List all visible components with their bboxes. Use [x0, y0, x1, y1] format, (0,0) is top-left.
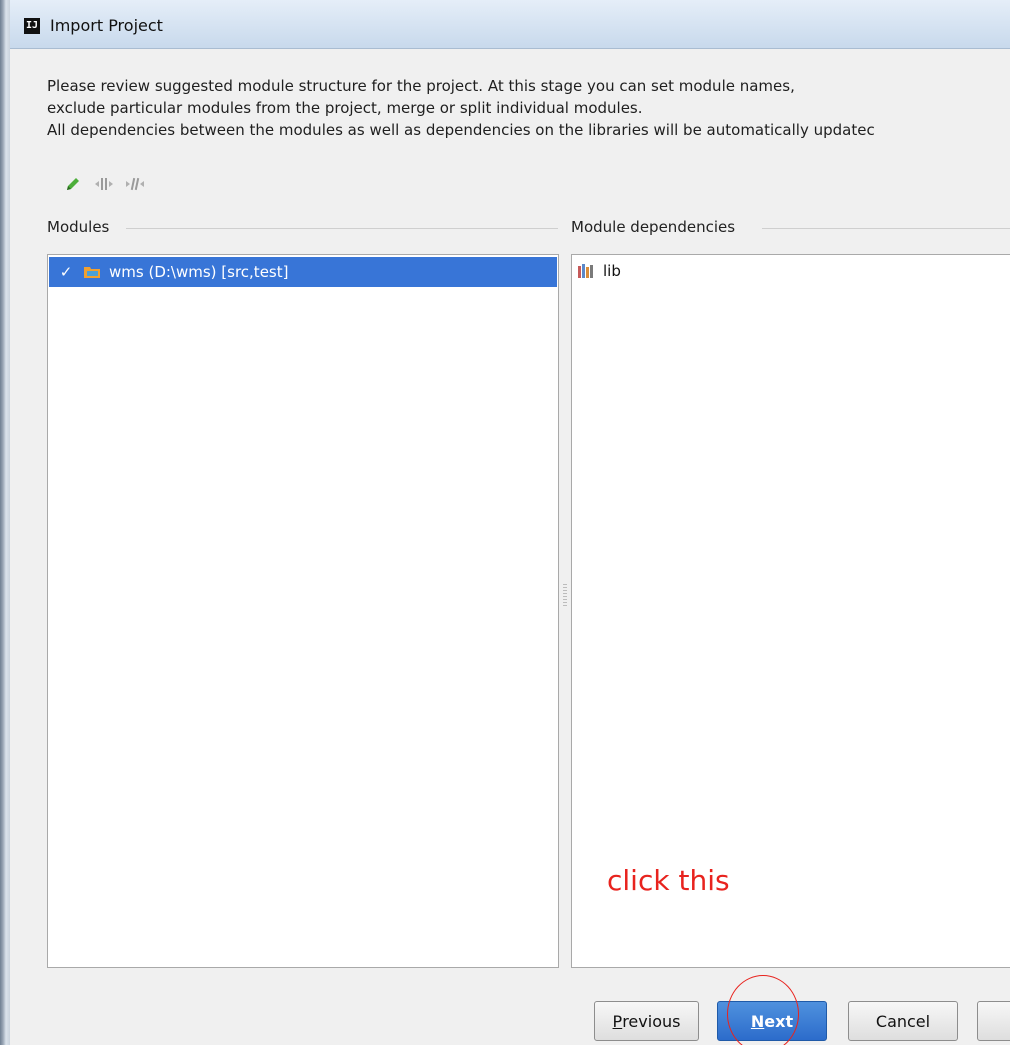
module-dependencies-list[interactable]: lib [571, 254, 1010, 968]
intellij-app-icon: IJ [24, 18, 40, 34]
next-mnemonic: N [750, 1011, 765, 1031]
pencil-icon [67, 178, 79, 190]
module-dependencies-label: Module dependencies [571, 218, 736, 236]
split-module-button[interactable] [122, 172, 148, 196]
dependencies-separator [762, 228, 1010, 229]
import-project-dialog: IJ Import Project Please review suggeste… [10, 0, 1010, 1045]
cancel-button[interactable]: Cancel [848, 1001, 958, 1041]
modules-list[interactable]: ✓ wms (D:\wms) [src,test] [47, 254, 559, 968]
title-bar[interactable]: IJ Import Project [10, 0, 1010, 49]
dependency-row-lib[interactable]: lib [577, 260, 621, 282]
modules-label: Modules [47, 218, 110, 236]
dependency-label: lib [603, 262, 621, 280]
previous-button[interactable]: Previous [594, 1001, 699, 1041]
checkbox-checked-icon[interactable]: ✓ [56, 263, 76, 281]
annotation-click-this: click this [607, 864, 730, 897]
module-row-label: wms (D:\wms) [src,test] [109, 263, 289, 281]
next-button[interactable]: Next [717, 1001, 827, 1041]
help-button-partial[interactable] [977, 1001, 1010, 1041]
window-border-left [0, 0, 10, 1045]
modules-separator [126, 228, 558, 229]
dialog-title: Import Project [50, 16, 163, 35]
module-row-wms[interactable]: ✓ wms (D:\wms) [src,test] [49, 257, 557, 287]
module-toolbar [60, 172, 153, 196]
split-module-icon [126, 177, 144, 191]
panel-splitter-handle[interactable] [563, 584, 567, 606]
previous-label: revious [622, 1011, 681, 1031]
library-icon [577, 263, 595, 279]
description-line-2: exclude particular modules from the proj… [47, 99, 643, 117]
previous-mnemonic: P [612, 1011, 623, 1031]
rename-module-button[interactable] [60, 172, 86, 196]
merge-modules-icon [95, 178, 113, 190]
description-text: Please review suggested module structure… [47, 75, 1010, 141]
description-line-3: All dependencies between the modules as … [47, 121, 875, 139]
merge-modules-button[interactable] [91, 172, 117, 196]
description-line-1: Please review suggested module structure… [47, 77, 795, 95]
next-label: ext [764, 1011, 794, 1031]
module-folder-icon [83, 264, 101, 280]
